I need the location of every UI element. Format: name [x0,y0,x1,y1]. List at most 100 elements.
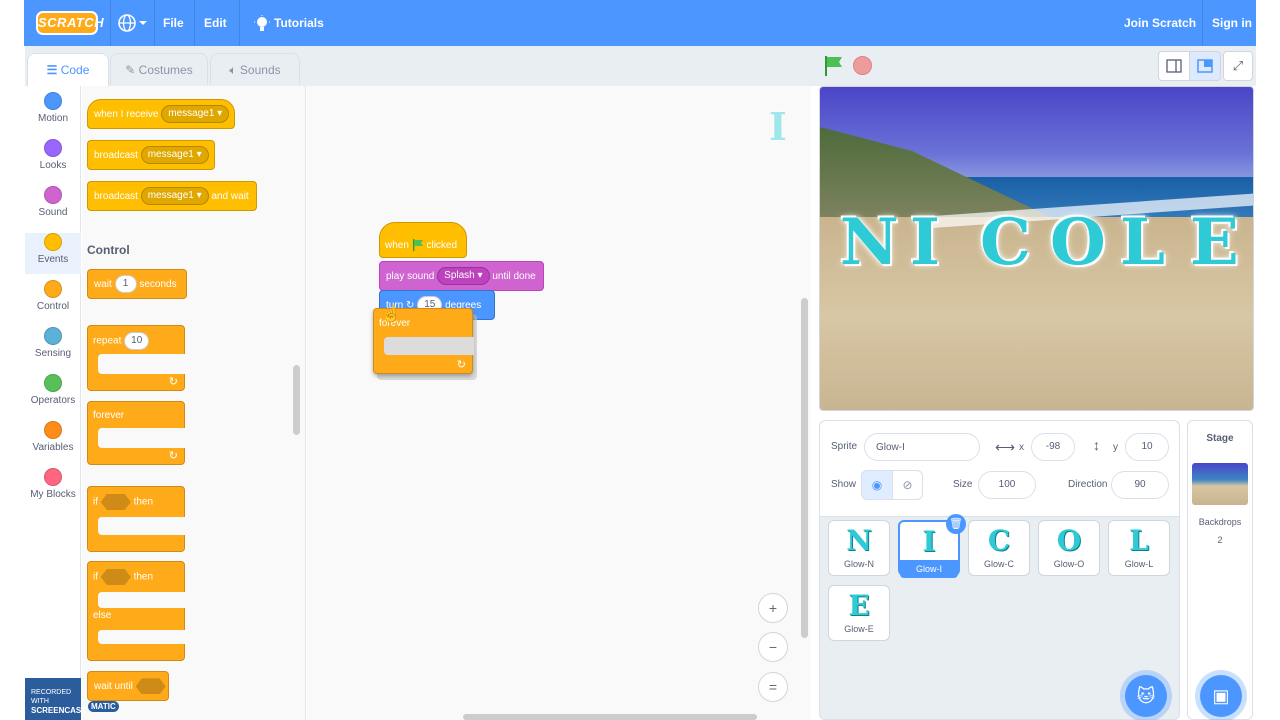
stage-sprite-letter[interactable]: N [840,205,899,280]
stage-sprite-letter[interactable]: C [980,205,1031,280]
menu-separator [239,0,240,46]
left-margin [0,0,24,720]
forever-block[interactable]: forever ↻ [87,401,186,465]
stage-sprite-letter[interactable]: O [1050,205,1106,280]
number-input[interactable]: 10 [124,332,150,350]
x-input[interactable]: -98 [1031,433,1075,461]
sprite-name: Glow-I [900,560,958,578]
small-stage-button[interactable] [1158,51,1190,81]
category-dot-icon [44,421,62,439]
sprite-tile[interactable]: L Glow-L [1108,520,1170,576]
workspace-hscrollbar[interactable] [463,714,757,720]
tutorials-button[interactable]: Tutorials [254,0,364,46]
zoom-in-button[interactable]: + [758,593,788,623]
control-heading: Control [87,243,130,257]
zoom-reset-button[interactable]: = [758,672,788,702]
sprite-tile[interactable]: I Glow-I 🗑︎ [898,514,966,578]
category-control[interactable]: Control [25,280,81,321]
category-looks[interactable]: Looks [25,139,81,180]
fullscreen-icon[interactable]: ⤢ [1223,51,1253,81]
tab-code[interactable]: ☰ Code [27,53,109,87]
stage-sprite-letter[interactable]: E [1190,205,1239,280]
stop-button[interactable] [853,56,872,75]
sprite-name: Glow-E [844,624,874,634]
menu-separator [110,0,111,46]
zoom-out-button[interactable]: − [758,632,788,662]
choose-backdrop-button[interactable]: ▣ [1200,675,1242,717]
stage-sprite-letter[interactable]: I [910,205,940,280]
sprite-name-input[interactable] [864,433,980,461]
green-flag-icon [825,56,842,76]
sound-dropdown[interactable]: Splash ▾ [437,267,490,286]
edit-menu[interactable]: Edit [204,0,227,46]
category-motion[interactable]: Motion [25,92,81,133]
palette-scrollbar[interactable] [293,365,300,435]
wait-until-block[interactable]: wait until [87,671,169,701]
tab-costumes-label: Costumes [138,63,193,77]
tab-sounds[interactable]: 🔈︎ Sounds [210,53,300,85]
category-label: My Blocks [30,489,76,500]
code-workspace[interactable]: I when clicked play sound Splash ▾ until… [307,86,811,720]
sprite-tile[interactable]: O Glow-O [1038,520,1100,576]
stage-sprite-letter[interactable]: L [1120,205,1165,280]
category-label: Events [37,254,69,265]
backdrops-label: Backdrops [1198,517,1242,527]
large-stage-button[interactable] [1189,51,1221,81]
broadcast-and-wait-block[interactable]: broadcast message1 ▾ and wait [87,181,257,211]
workspace-scrollbar[interactable] [801,298,808,638]
block-text: broadcast [94,150,138,161]
speaker-icon: 🔈︎ [229,63,240,77]
category-label: Sensing [34,348,72,359]
green-flag-button[interactable] [823,55,845,82]
sign-in-link[interactable]: Sign in [1212,0,1252,46]
language-globe-icon[interactable] [118,0,148,46]
when-flag-clicked-block[interactable]: when clicked [379,222,467,258]
message-dropdown[interactable]: message1 ▾ [140,187,209,206]
sprite-tile[interactable]: E Glow-E [828,585,890,641]
play-sound-until-done-block[interactable]: play sound Splash ▾ until done [379,261,544,291]
message-dropdown[interactable]: message1 ▾ [140,146,209,165]
tab-code-label: Code [60,63,90,77]
repeat-label: repeat [93,335,122,347]
show-hidden-button[interactable]: ⊘ [892,470,923,500]
scratch-logo[interactable]: SCRATCH [36,11,104,35]
if-then-block[interactable]: if then [87,486,186,552]
join-scratch-link[interactable]: Join Scratch [1124,0,1196,46]
sprite-tile[interactable]: C Glow-C [968,520,1030,576]
stage[interactable]: NICOLE [819,86,1254,411]
condition-slot[interactable] [100,494,131,510]
category-events[interactable]: Events [25,233,81,274]
show-visible-button[interactable]: ◉ [861,470,893,500]
category-dot-icon [44,186,62,204]
if-label: if [93,496,98,508]
when-i-receive-block[interactable]: when I receive message1 ▾ [87,99,235,129]
category-operators[interactable]: Operators [25,374,81,415]
zoom-reset-icon: = [768,679,778,695]
wait-seconds-block[interactable]: wait 1 seconds [87,269,187,299]
delete-sprite-icon[interactable]: 🗑︎ [946,514,966,534]
category-sensing[interactable]: Sensing [25,327,81,368]
file-menu[interactable]: File [163,0,184,46]
stage-selector[interactable]: Stage Backdrops 2 ▣ [1187,420,1253,720]
direction-input[interactable]: 90 [1111,471,1169,499]
size-input[interactable]: 100 [978,471,1036,499]
broadcast-block[interactable]: broadcast message1 ▾ [87,140,215,170]
category-sound[interactable]: Sound [25,186,81,227]
repeat-block[interactable]: repeat 10 ↻ [87,325,186,391]
category-variables[interactable]: Variables [25,421,81,462]
choose-sprite-button[interactable]: 🐱︎ [1125,675,1167,717]
category-my-blocks[interactable]: My Blocks [25,468,81,509]
tab-costumes[interactable]: ✎ Costumes [110,53,208,85]
loop-arrow-icon: ↻ [168,450,178,462]
y-input[interactable]: 10 [1125,433,1169,461]
lightbulb-icon [254,14,270,31]
message-dropdown[interactable]: message1 ▾ [161,105,230,124]
category-dot-icon [44,468,62,486]
condition-slot[interactable] [100,569,131,585]
menu-separator [154,0,155,46]
category-dot-icon [44,327,62,345]
condition-slot[interactable] [135,678,166,695]
sprite-tile[interactable]: N Glow-N [828,520,890,576]
if-else-block[interactable]: if then else [87,561,186,661]
number-input[interactable]: 1 [114,275,137,294]
